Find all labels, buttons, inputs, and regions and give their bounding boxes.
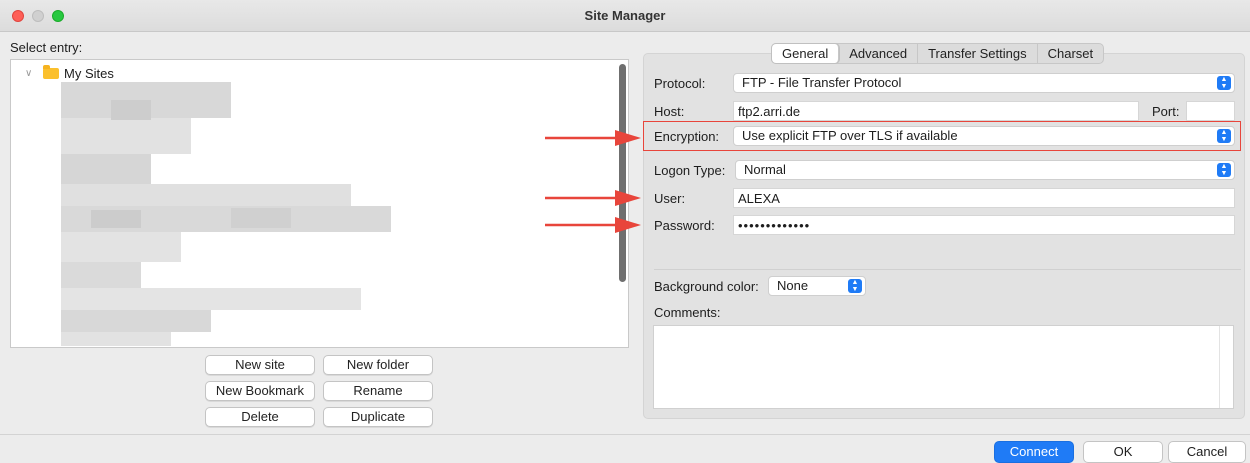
window-title: Site Manager <box>584 8 666 23</box>
host-field[interactable]: ftp2.arri.de <box>733 101 1139 121</box>
tab-charset[interactable]: Charset <box>1038 44 1104 63</box>
password-field[interactable]: ••••••••••••• <box>733 215 1235 235</box>
new-bookmark-button[interactable]: New Bookmark <box>205 381 315 401</box>
comments-label: Comments: <box>654 305 721 320</box>
chevron-down-icon[interactable]: ∨ <box>25 68 32 79</box>
port-label: Port: <box>1152 104 1180 119</box>
background-color-label: Background color: <box>654 279 759 294</box>
footer-divider <box>0 434 1250 435</box>
comments-textarea[interactable] <box>653 325 1234 409</box>
select-entry-label: Select entry: <box>10 40 83 55</box>
encryption-select[interactable]: Use explicit FTP over TLS if available ▲… <box>733 126 1235 146</box>
folder-icon <box>43 65 59 79</box>
duplicate-button[interactable]: Duplicate <box>323 407 433 427</box>
delete-button[interactable]: Delete <box>205 407 315 427</box>
new-site-button[interactable]: New site <box>205 355 315 375</box>
connect-button[interactable]: Connect <box>994 441 1074 463</box>
password-label: Password: <box>654 218 715 233</box>
site-tree[interactable]: ∨ My Sites <box>10 59 629 348</box>
annotation-arrow-icon <box>545 217 641 233</box>
new-folder-button[interactable]: New folder <box>323 355 433 375</box>
encryption-label: Encryption: <box>654 129 720 144</box>
select-arrows-icon: ▲ ▼ <box>1217 129 1231 143</box>
logon-type-label: Logon Type: <box>654 163 726 178</box>
select-arrows-icon: ▲ ▼ <box>848 279 862 293</box>
tab-advanced[interactable]: Advanced <box>839 44 919 63</box>
encryption-value: Use explicit FTP over TLS if available <box>742 128 958 143</box>
protocol-select[interactable]: FTP - File Transfer Protocol ▲ ▼ <box>733 73 1235 93</box>
user-label: User: <box>654 191 686 206</box>
rename-button[interactable]: Rename <box>323 381 433 401</box>
background-color-select[interactable]: None ▲ ▼ <box>768 276 866 296</box>
tab-general[interactable]: General <box>772 44 840 63</box>
tree-root-my-sites[interactable]: My Sites <box>64 66 114 81</box>
ok-button[interactable]: OK <box>1083 441 1163 463</box>
tab-transfer-settings[interactable]: Transfer Settings <box>918 44 1038 63</box>
title-bar: Site Manager <box>0 0 1250 32</box>
host-label: Host: <box>654 104 685 119</box>
settings-tabs: General Advanced Transfer Settings Chars… <box>771 43 1105 64</box>
annotation-arrow-icon <box>545 130 641 146</box>
divider <box>654 269 1241 270</box>
protocol-label: Protocol: <box>654 76 706 91</box>
protocol-value: FTP - File Transfer Protocol <box>742 75 902 90</box>
comments-scrollbar[interactable] <box>1219 326 1233 408</box>
logon-type-value: Normal <box>744 162 786 177</box>
port-field[interactable] <box>1186 101 1235 121</box>
annotation-arrow-icon <box>545 190 641 206</box>
background-color-value: None <box>777 278 809 293</box>
select-arrows-icon: ▲ ▼ <box>1217 163 1231 177</box>
tree-scrollbar[interactable] <box>619 64 626 282</box>
logon-type-select[interactable]: Normal ▲ ▼ <box>735 160 1235 180</box>
user-field[interactable]: ALEXA <box>733 188 1235 208</box>
cancel-button[interactable]: Cancel <box>1168 441 1246 463</box>
select-arrows-icon: ▲ ▼ <box>1217 76 1231 90</box>
